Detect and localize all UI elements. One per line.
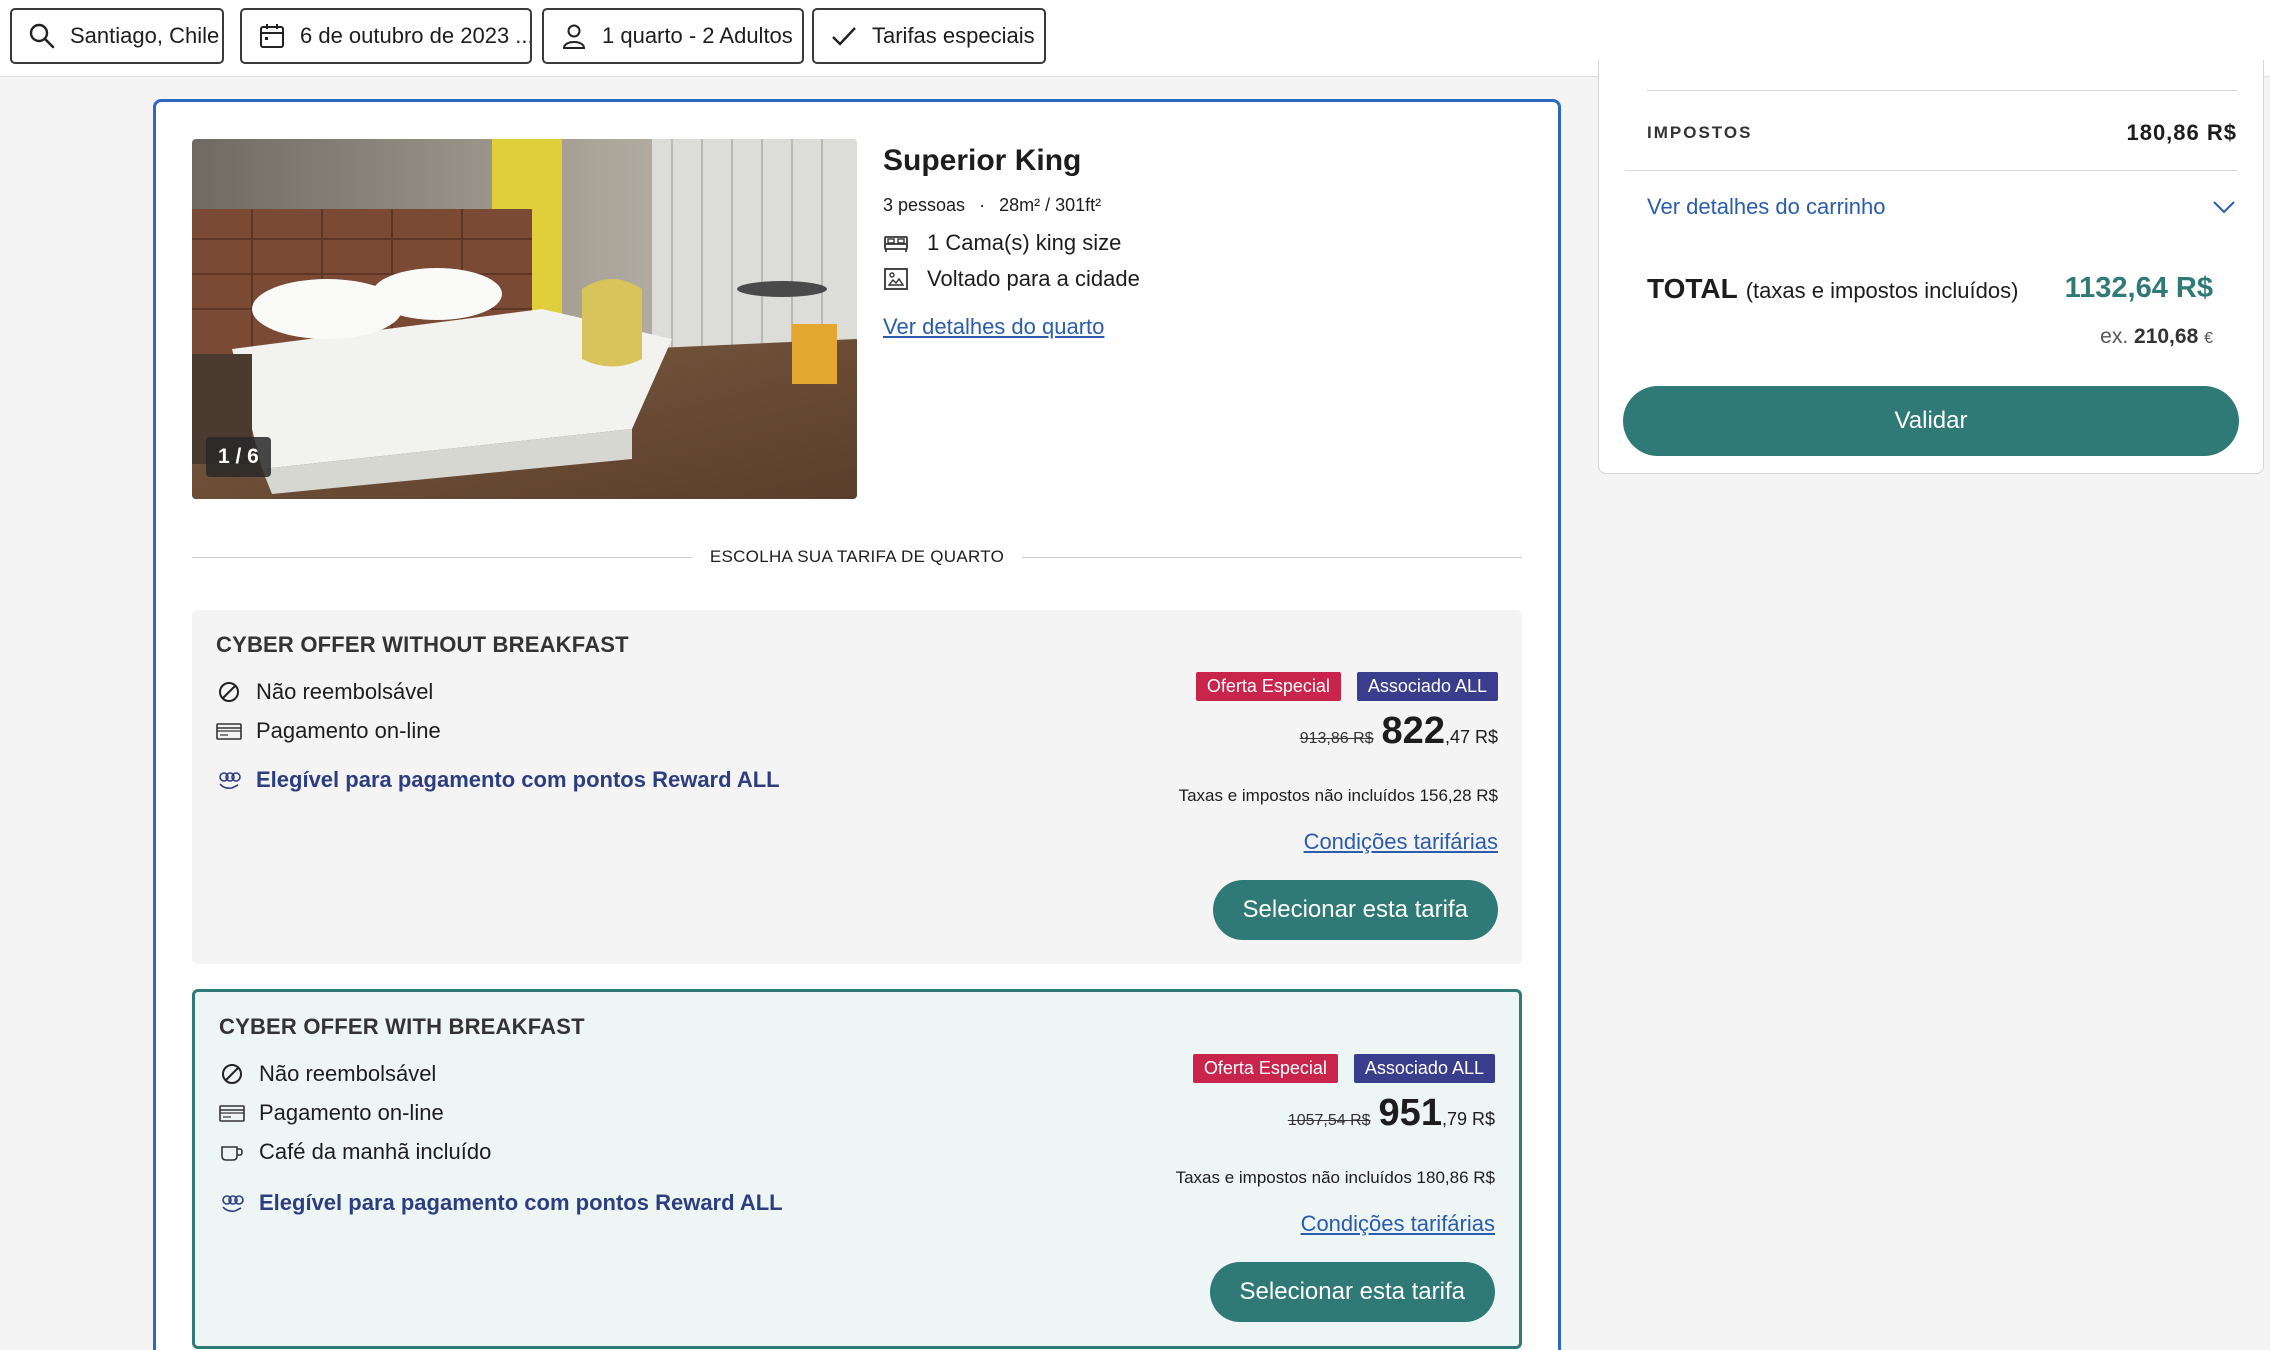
- summary-divider: [1647, 90, 2237, 91]
- taxes-note: Taxas e impostos não incluídos 180,86 R$: [1175, 1168, 1495, 1187]
- rate-title: CYBER OFFER WITHOUT BREAKFAST: [216, 632, 629, 657]
- photo-counter: 1 / 6: [206, 437, 271, 477]
- old-price: 1057,54 R$: [1287, 1112, 1371, 1129]
- person-icon: [562, 24, 586, 49]
- occupancy-chip[interactable]: 1 quarto - 2 Adultos: [542, 8, 804, 64]
- taxes-label: IMPOSTOS: [1647, 123, 1753, 142]
- breakfast-included: Café da manhã incluído: [219, 1139, 491, 1165]
- price-integer: 822: [1381, 710, 1445, 752]
- select-rate-button[interactable]: Selecionar esta tarifa: [1212, 880, 1498, 940]
- reward-points-icon: [222, 1195, 244, 1212]
- euro-value: 210,68: [2134, 325, 2199, 348]
- price-integer: 951: [1378, 1092, 1442, 1134]
- special-rates-chip[interactable]: Tarifas especiais: [812, 8, 1046, 64]
- room-title: Superior King: [883, 144, 1082, 177]
- choose-rate-heading: ESCOLHA SUA TARIFA DE QUARTO: [709, 547, 1005, 566]
- rate-price: 1057,54 R$ 951 ,79 R$: [1288, 1092, 1495, 1135]
- select-rate-button[interactable]: Selecionar esta tarifa: [1209, 1262, 1495, 1322]
- city-view-icon: [884, 268, 908, 290]
- view-feature: Voltado para a cidade: [883, 266, 1140, 292]
- price-decimal: ,47 R$: [1444, 727, 1498, 747]
- rate-conditions-link[interactable]: Condições tarifárias: [1301, 1211, 1495, 1237]
- summary-divider: [1625, 170, 2237, 171]
- member-badge: Associado ALL: [1356, 672, 1498, 701]
- payment-method: Pagamento on-line: [216, 718, 441, 744]
- total-euro: ex. 210,68 €: [2100, 325, 2213, 349]
- payment-text: Pagamento on-line: [259, 1100, 444, 1125]
- member-badge: Associado ALL: [1353, 1054, 1495, 1083]
- bed-feature: 1 Cama(s) king size: [883, 230, 1121, 256]
- rate-option: CYBER OFFER WITH BREAKFAST Não reembolsá…: [192, 989, 1522, 1349]
- special-rates-text: Tarifas especiais: [872, 23, 1035, 48]
- reward-eligibility: Elegível para pagamento com pontos Rewar…: [219, 1190, 783, 1216]
- total-row: TOTAL (taxas e impostos incluídos) 1132,6…: [1647, 272, 2213, 305]
- total-label: TOTAL: [1647, 272, 1738, 304]
- rate-badges: Oferta Especial Associado ALL: [1195, 672, 1498, 701]
- total-value: 1132,64 R$: [2064, 272, 2213, 304]
- occupancy-text: 1 quarto - 2 Adultos: [602, 23, 793, 48]
- room-card: 1 / 6 Superior King 3 pessoas · 28m² / 3…: [153, 99, 1561, 1350]
- no-refund-icon: [219, 682, 239, 702]
- taxes-note: Taxas e impostos não incluídos 156,28 R$: [1178, 786, 1498, 805]
- bed-icon: [884, 236, 908, 252]
- room-photo[interactable]: 1 / 6: [192, 139, 857, 499]
- total-label-group: TOTAL (taxas e impostos incluídos): [1647, 273, 2018, 305]
- date-text: 6 de outubro de 2023 ...: [300, 23, 532, 48]
- price-decimal: ,79 R$: [1441, 1109, 1495, 1129]
- reward-text: Elegível para pagamento com pontos Rewar…: [256, 767, 780, 792]
- refund-policy: Não reembolsável: [216, 679, 433, 705]
- rate-divider: ESCOLHA SUA TARIFA DE QUARTO: [192, 547, 1522, 567]
- cart-details-toggle[interactable]: Ver detalhes do carrinho: [1647, 194, 2237, 220]
- search-icon: [29, 23, 55, 49]
- check-icon: [832, 27, 856, 46]
- validate-button[interactable]: Validar: [1623, 386, 2239, 456]
- rate-conditions-link[interactable]: Condições tarifárias: [1304, 829, 1498, 855]
- breakfast-text: Café da manhã incluído: [259, 1139, 492, 1164]
- payment-method: Pagamento on-line: [219, 1100, 444, 1126]
- destination-text: Santiago, Chile: [70, 23, 220, 48]
- rate-price: 913,86 R$ 822 ,47 R$: [1300, 710, 1498, 753]
- rate-badges: Oferta Especial Associado ALL: [1192, 1054, 1495, 1083]
- rate-option: CYBER OFFER WITHOUT BREAKFAST Não reembo…: [192, 610, 1522, 964]
- special-offer-badge: Oferta Especial: [1192, 1054, 1338, 1083]
- room-meta: 3 pessoas · 28m² / 301ft²: [883, 195, 1101, 216]
- euro-prefix: ex.: [2100, 325, 2129, 348]
- reward-text: Elegível para pagamento com pontos Rewar…: [259, 1190, 783, 1215]
- payment-text: Pagamento on-line: [256, 718, 441, 743]
- no-refund-icon: [222, 1064, 242, 1084]
- chevron-down-icon[interactable]: [2211, 199, 2237, 215]
- taxes-value: 180,86 R$: [2126, 120, 2237, 145]
- rate-title: CYBER OFFER WITH BREAKFAST: [219, 1014, 585, 1039]
- booking-summary: IMPOSTOS 180,86 R$ Ver detalhes do carri…: [1598, 60, 2264, 474]
- room-details-link[interactable]: Ver detalhes do quarto: [883, 314, 1104, 340]
- calendar-icon: [260, 24, 284, 48]
- destination-chip[interactable]: Santiago, Chile: [10, 8, 224, 64]
- refund-text: Não reembolsável: [259, 1061, 437, 1086]
- old-price: 913,86 R$: [1299, 730, 1374, 747]
- meta-separator: ·: [979, 195, 986, 215]
- room-capacity: 3 pessoas: [883, 195, 966, 215]
- credit-card-icon: [219, 1105, 245, 1122]
- view-text: Voltado para a cidade: [927, 266, 1140, 291]
- refund-policy: Não reembolsável: [219, 1061, 436, 1087]
- total-note: (taxas e impostos incluídos): [1745, 277, 2019, 303]
- coffee-cup-icon: [221, 1146, 243, 1161]
- refund-text: Não reembolsável: [256, 679, 434, 704]
- room-size: 28m² / 301ft²: [999, 195, 1102, 215]
- reward-eligibility: Elegível para pagamento com pontos Rewar…: [216, 767, 780, 793]
- credit-card-icon: [216, 723, 242, 740]
- room-photo-image: [192, 139, 857, 499]
- cart-details-link[interactable]: Ver detalhes do carrinho: [1647, 194, 1886, 220]
- euro-currency: €: [2204, 330, 2213, 347]
- bed-text: 1 Cama(s) king size: [927, 230, 1122, 255]
- taxes-row: IMPOSTOS 180,86 R$: [1647, 120, 2237, 146]
- reward-points-icon: [219, 772, 241, 789]
- special-offer-badge: Oferta Especial: [1195, 672, 1341, 701]
- date-chip[interactable]: 6 de outubro de 2023 ...: [240, 8, 532, 64]
